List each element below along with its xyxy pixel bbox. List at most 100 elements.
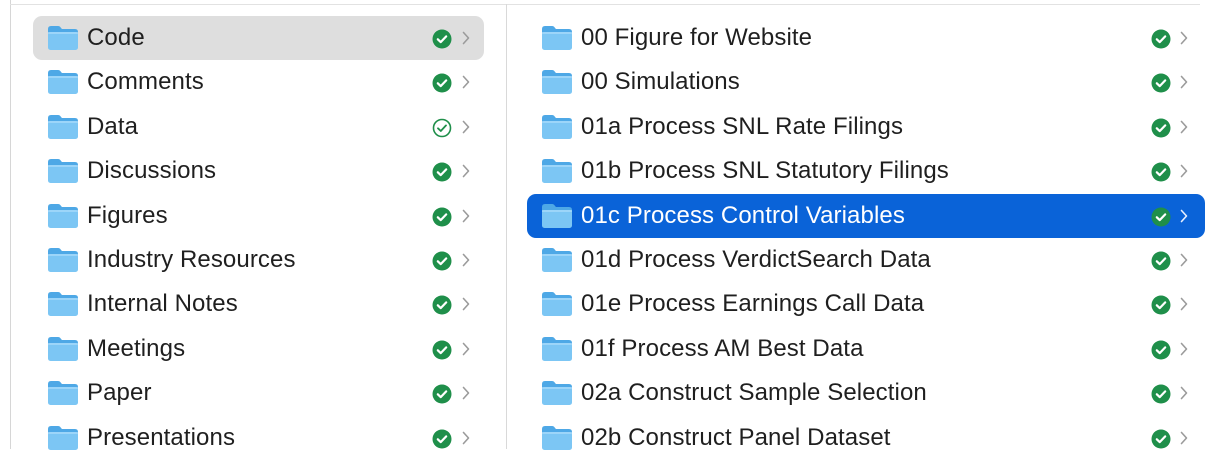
folder-row[interactable]: 02a Construct Sample Selection	[527, 371, 1205, 415]
chevron-right-icon	[1179, 251, 1189, 269]
sync-check-icon	[1151, 29, 1171, 49]
sync-check-icon	[432, 295, 452, 315]
sync-check-icon	[432, 29, 452, 49]
folder-name: Meetings	[87, 334, 186, 362]
finder-column-left: Code Comments Data Discussions Figures Indust…	[33, 16, 484, 460]
sync-check-icon	[432, 340, 452, 360]
chevron-right-icon	[461, 162, 471, 180]
chevron-right-icon	[1179, 384, 1189, 402]
folder-name: Presentations	[87, 423, 236, 451]
sync-check-icon	[432, 207, 452, 227]
folder-name: Data	[87, 112, 139, 140]
folder-icon	[541, 25, 573, 51]
folder-row[interactable]: Figures	[33, 194, 484, 238]
folder-icon	[47, 25, 79, 51]
folder-name: Paper	[87, 379, 152, 407]
folder-row[interactable]: Internal Notes	[33, 282, 484, 326]
folder-icon	[541, 203, 573, 229]
window-top-edge	[10, 4, 1200, 5]
folder-icon	[541, 114, 573, 140]
folder-name: 02a Construct Sample Selection	[581, 379, 927, 407]
folder-row[interactable]: Paper	[33, 371, 484, 415]
chevron-right-icon	[461, 251, 471, 269]
folder-row[interactable]: Data	[33, 105, 484, 149]
folder-icon	[47, 247, 79, 273]
chevron-right-icon	[1179, 73, 1189, 91]
folder-name: 01c Process Control Variables	[581, 201, 905, 229]
folder-name: Comments	[87, 68, 204, 96]
sync-check-icon	[1151, 340, 1171, 360]
sync-check-icon	[1151, 73, 1171, 93]
folder-icon	[47, 114, 79, 140]
folder-row[interactable]: 01e Process Earnings Call Data	[527, 282, 1205, 326]
folder-icon	[47, 425, 79, 451]
folder-name: 01a Process SNL Rate Filings	[581, 112, 904, 140]
folder-row[interactable]: Code	[33, 16, 484, 61]
chevron-right-icon	[461, 207, 471, 225]
chevron-right-icon	[1179, 29, 1189, 47]
folder-icon	[541, 425, 573, 451]
folder-name: 02b Construct Panel Dataset	[581, 423, 891, 451]
folder-row[interactable]: 01d Process VerdictSearch Data	[527, 238, 1205, 282]
sync-check-icon	[432, 251, 452, 271]
folder-icon	[47, 158, 79, 184]
folder-icon	[541, 247, 573, 273]
folder-row[interactable]: 00 Simulations	[527, 60, 1205, 104]
chevron-right-icon	[1179, 295, 1189, 313]
folder-row[interactable]: Industry Resources	[33, 238, 484, 282]
folder-icon	[541, 291, 573, 317]
column-divider[interactable]	[506, 4, 507, 449]
folder-row[interactable]: 02b Construct Panel Dataset	[527, 416, 1205, 460]
folder-row[interactable]: 00 Figure for Website	[527, 16, 1205, 60]
folder-icon	[541, 336, 573, 362]
folder-row[interactable]: 01c Process Control Variables	[527, 193, 1205, 238]
folder-name: Industry Resources	[87, 245, 296, 273]
sync-check-icon	[1151, 384, 1171, 404]
folder-row[interactable]: Meetings	[33, 327, 484, 371]
chevron-right-icon	[1179, 429, 1189, 447]
folder-row[interactable]: Comments	[33, 60, 484, 104]
folder-icon	[541, 69, 573, 95]
folder-name: 00 Simulations	[581, 68, 740, 96]
chevron-right-icon	[461, 73, 471, 91]
chevron-right-icon	[1179, 207, 1189, 225]
folder-name: 01f Process AM Best Data	[581, 334, 864, 362]
folder-name: 01e Process Earnings Call Data	[581, 290, 925, 318]
sync-check-icon	[432, 73, 452, 93]
sync-check-icon	[1151, 207, 1171, 227]
folder-name: Figures	[87, 201, 168, 229]
folder-icon	[47, 203, 79, 229]
chevron-right-icon	[461, 118, 471, 136]
folder-row[interactable]: 01f Process AM Best Data	[527, 327, 1205, 371]
sync-check-icon	[1151, 295, 1171, 315]
folder-name: Internal Notes	[87, 290, 238, 318]
sync-check-icon	[1151, 162, 1171, 182]
chevron-right-icon	[461, 429, 471, 447]
sync-check-icon	[432, 429, 452, 449]
folder-icon	[541, 380, 573, 406]
window-left-edge	[10, 0, 11, 449]
folder-row[interactable]: 01a Process SNL Rate Filings	[527, 105, 1205, 149]
folder-name: 00 Figure for Website	[581, 24, 813, 51]
chevron-right-icon	[461, 340, 471, 358]
sync-check-icon	[1151, 118, 1171, 138]
chevron-right-icon	[461, 384, 471, 402]
folder-icon	[47, 380, 79, 406]
folder-icon	[47, 291, 79, 317]
chevron-right-icon	[461, 295, 471, 313]
folder-icon	[541, 158, 573, 184]
sync-check-icon	[432, 384, 452, 404]
folder-name: 01b Process SNL Statutory Filings	[581, 157, 949, 185]
folder-row[interactable]: Discussions	[33, 149, 484, 193]
folder-row[interactable]: 01b Process SNL Statutory Filings	[527, 149, 1205, 193]
chevron-right-icon	[1179, 118, 1189, 136]
finder-column-right: 00 Figure for Website 00 Simulations 01a P…	[527, 16, 1205, 460]
chevron-right-icon	[1179, 162, 1189, 180]
folder-name: Code	[87, 24, 145, 51]
chevron-right-icon	[461, 29, 471, 47]
sync-outline-check-icon	[432, 118, 452, 138]
folder-icon	[47, 69, 79, 95]
sync-check-icon	[432, 162, 452, 182]
folder-icon	[47, 336, 79, 362]
folder-row[interactable]: Presentations	[33, 416, 484, 460]
